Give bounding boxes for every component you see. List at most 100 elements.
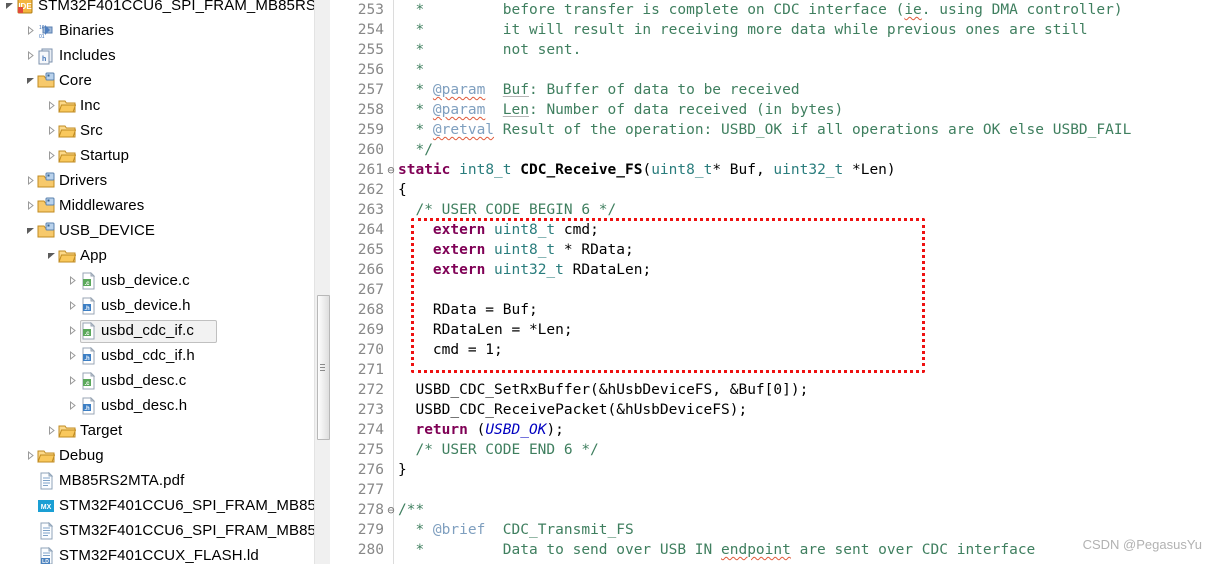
code-line[interactable]: 269 RDataLen = *Len; — [350, 320, 1208, 340]
tree-item-label: Src — [80, 122, 103, 139]
code-line[interactable]: 263 /* USER CODE BEGIN 6 */ — [350, 200, 1208, 220]
tree-item-binaries[interactable]: 10 01 Binaries — [0, 18, 330, 43]
code-line[interactable]: 253 * before transfer is complete on CDC… — [350, 0, 1208, 20]
tree-item-label: USB_DEVICE — [59, 222, 156, 239]
code-line[interactable]: 277 — [350, 480, 1208, 500]
tree-item-includes[interactable]: h Includes — [0, 43, 330, 68]
tree-item-startup[interactable]: Startup — [0, 143, 330, 168]
tree-item-middlewares[interactable]: Middlewares — [0, 193, 330, 218]
code-line[interactable]: 256 * — [350, 60, 1208, 80]
tree-expand-arrow-down-icon[interactable] — [45, 243, 58, 268]
tree-expand-arrow-right-icon[interactable] — [66, 343, 79, 368]
tree-item-stm32f401ccux-flash-ld[interactable]: LD STM32F401CCUX_FLASH.ld — [0, 543, 330, 564]
code-line[interactable]: 259 * @retval Result of the operation: U… — [350, 120, 1208, 140]
tree-expand-arrow-down-icon[interactable] — [24, 68, 37, 93]
tree-expand-arrow-right-icon[interactable] — [45, 143, 58, 168]
tree-item-mb85rs2mta-pdf[interactable]: MB85RS2MTA.pdf — [0, 468, 330, 493]
tree-item-target[interactable]: Target — [0, 418, 330, 443]
tree-expand-arrow-right-icon[interactable] — [24, 168, 37, 193]
tree-item-usb-device-h[interactable]: .h usb_device.h — [0, 293, 330, 318]
c-file-icon: .c — [79, 271, 97, 290]
code-line[interactable]: 275 /* USER CODE END 6 */ — [350, 440, 1208, 460]
tree-item-usbd-desc-c[interactable]: .c usbd_desc.c — [0, 368, 330, 393]
panel-sash[interactable] — [330, 0, 350, 564]
explorer-scrollbar-thumb[interactable] — [317, 295, 330, 440]
code-line[interactable]: 265 extern uint8_t * RData; — [350, 240, 1208, 260]
line-number: 256 — [357, 62, 384, 78]
code-line[interactable]: 254 * it will result in receiving more d… — [350, 20, 1208, 40]
line-number: 268 — [357, 302, 384, 318]
h-file-icon: .h — [79, 396, 97, 415]
document-icon — [37, 471, 55, 490]
tree-item-app[interactable]: App — [0, 243, 330, 268]
tree-item-usb-device[interactable]: USB_DEVICE — [0, 218, 330, 243]
tree-item-label: STM32F401CCU6_SPI_FRAM_MB85RS — [59, 522, 330, 539]
code-line-list[interactable]: 253 * before transfer is complete on CDC… — [350, 0, 1208, 560]
code-folding-toggle-icon[interactable]: ⊖ — [385, 500, 397, 520]
code-line[interactable]: 266 extern uint32_t RDataLen; — [350, 260, 1208, 280]
tree-item-stm32f401ccu6-spi-fram-mb85rs[interactable]: STM32F401CCU6_SPI_FRAM_MB85RS — [0, 518, 330, 543]
tree-item-usbd-cdc-if-c[interactable]: .c usbd_cdc_if.c — [0, 318, 330, 343]
tree-item-label: MB85RS2MTA.pdf — [59, 472, 185, 489]
tree-expand-arrow-right-icon[interactable] — [66, 368, 79, 393]
tree-item-inc[interactable]: Inc — [0, 93, 330, 118]
code-folding-toggle-icon[interactable]: ⊖ — [385, 160, 397, 180]
tree-item-debug[interactable]: Debug — [0, 443, 330, 468]
tree-expand-arrow-right-icon[interactable] — [66, 393, 79, 418]
code-text: RDataLen = *Len; — [398, 322, 573, 338]
tree-item-src[interactable]: Src — [0, 118, 330, 143]
tree-item-stm32f401ccu6-spi-fram-mb85rs[interactable]: MX STM32F401CCU6_SPI_FRAM_MB85RS — [0, 493, 330, 518]
tree-item-label: usbd_desc.c — [101, 372, 187, 389]
svg-text:01: 01 — [39, 34, 45, 40]
code-line[interactable]: 267 — [350, 280, 1208, 300]
code-line[interactable]: 258 * @param Len: Number of data receive… — [350, 100, 1208, 120]
code-line[interactable]: 261 ⊖ static int8_t CDC_Receive_FS(uint8_t… — [350, 160, 1208, 180]
tree-item-label: STM32F401CCU6_SPI_FRAM_MB85RS — [59, 497, 330, 514]
code-line[interactable]: 273 USBD_CDC_ReceivePacket(&hUsbDeviceFS… — [350, 400, 1208, 420]
line-number: 277 — [357, 482, 384, 498]
tree-expand-arrow-right-icon[interactable] — [66, 318, 79, 343]
code-line[interactable]: 257 * @param Buf: Buffer of data to be r… — [350, 80, 1208, 100]
tree-expand-arrow-right-icon[interactable] — [24, 193, 37, 218]
line-number: 265 — [357, 242, 384, 258]
code-line[interactable]: 255 * not sent. — [350, 40, 1208, 60]
document-icon — [37, 521, 55, 540]
tree-expand-arrow-right-icon[interactable] — [45, 118, 58, 143]
tree-expand-arrow-right-icon[interactable] — [24, 443, 37, 468]
code-line[interactable]: 272 USBD_CDC_SetRxBuffer(&hUsbDeviceFS, … — [350, 380, 1208, 400]
tree-expand-arrow-right-icon[interactable] — [66, 268, 79, 293]
code-line[interactable]: 270 cmd = 1; — [350, 340, 1208, 360]
tree-expand-arrow-right-icon[interactable] — [66, 293, 79, 318]
folder-icon — [58, 147, 77, 165]
code-line[interactable]: 271 — [350, 360, 1208, 380]
folder-icon — [58, 97, 77, 115]
tree-item-usb-device-c[interactable]: .c usb_device.c — [0, 268, 330, 293]
code-line[interactable]: 276} — [350, 460, 1208, 480]
tree-item-drivers[interactable]: Drivers — [0, 168, 330, 193]
code-line[interactable]: 264 extern uint8_t cmd; — [350, 220, 1208, 240]
tree-expand-arrow-down-icon[interactable] — [3, 0, 16, 18]
code-line[interactable]: 279 * @brief CDC_Transmit_FS — [350, 520, 1208, 540]
explorer-vertical-scrollbar[interactable] — [314, 0, 330, 564]
project-tree[interactable]: IDE STM32F401CCU6_SPI_FRAM_MB85RS2M 10 01 Bi… — [0, 0, 330, 564]
tree-expand-arrow-right-icon[interactable] — [45, 93, 58, 118]
code-text: */ — [398, 142, 433, 158]
code-line[interactable]: 268 RData = Buf; — [350, 300, 1208, 320]
code-line[interactable]: 274 return (USBD_OK); — [350, 420, 1208, 440]
source-editor-panel[interactable]: 253 * before transfer is complete on CDC… — [350, 0, 1208, 564]
tree-expand-arrow-right-icon[interactable] — [24, 43, 37, 68]
tree-item-label: Drivers — [59, 172, 108, 189]
code-line[interactable]: 260 */ — [350, 140, 1208, 160]
code-line[interactable]: 280 * Data to send over USB IN endpoint … — [350, 540, 1208, 560]
tree-item-core[interactable]: Core — [0, 68, 330, 93]
tree-item-usbd-cdc-if-h[interactable]: .h usbd_cdc_if.h — [0, 343, 330, 368]
tree-expand-arrow-down-icon[interactable] — [24, 218, 37, 243]
code-line[interactable]: 262 { — [350, 180, 1208, 200]
code-line[interactable]: 278 ⊖/** — [350, 500, 1208, 520]
tree-expand-arrow-right-icon[interactable] — [24, 18, 37, 43]
c-file-icon: .c — [79, 371, 97, 390]
tree-item-usbd-desc-h[interactable]: .h usbd_desc.h — [0, 393, 330, 418]
folder-icon — [58, 422, 77, 440]
tree-expand-arrow-right-icon[interactable] — [45, 418, 58, 443]
tree-item-stm32f401ccu6-spi-fram-mb85rs2m[interactable]: IDE STM32F401CCU6_SPI_FRAM_MB85RS2M — [0, 0, 330, 18]
